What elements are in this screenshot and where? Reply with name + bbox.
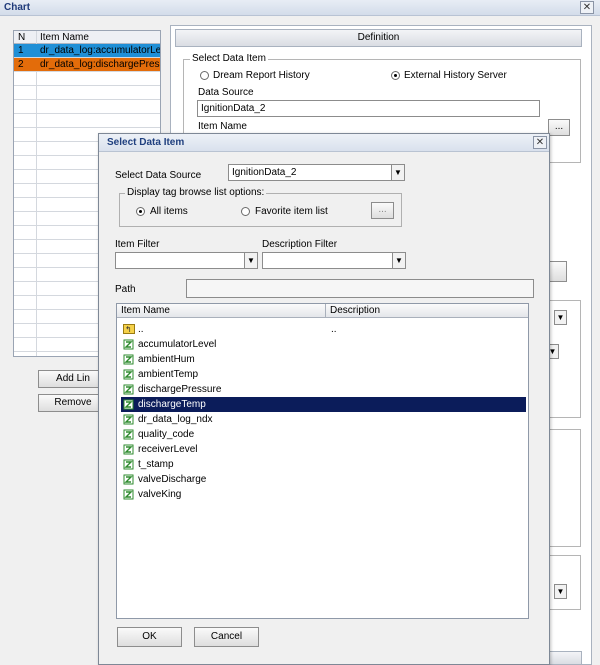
tag-icon [123,444,134,455]
cancel-button[interactable]: Cancel [194,627,259,647]
list-item[interactable]: accumulatorLevel [121,337,526,352]
list-item-name: ambientTemp [138,369,199,380]
grid-col-item-name: Item Name [40,32,89,43]
data-source-select-value: IgnitionData_2 [232,167,297,178]
description-filter-label: Description Filter [262,239,338,250]
radio-favorite-label: Favorite item list [255,206,328,217]
list-item-name: ambientHum [138,354,195,365]
grid-col-n: N [18,32,26,43]
grid-row-n: 2 [18,59,24,70]
grid-row-item: dr_data_log:dischargePress [40,59,160,70]
list-item[interactable]: dischargePressure [121,382,526,397]
list-item[interactable]: valveDischarge [121,472,526,487]
select-data-item-dialog: Select Data Item ✕ Select Data Source Ig… [98,133,550,665]
radio-circle-selected[interactable] [136,207,145,216]
item-filter-select[interactable]: ▼ [115,252,258,269]
chevron-down-icon[interactable]: ▼ [554,310,567,325]
list-item[interactable]: ambientHum [121,352,526,367]
data-source-label: Data Source [198,87,254,98]
window-close-button[interactable]: ✕ [580,1,594,14]
list-item-name: valveDischarge [138,474,207,485]
list-item-name: dischargeTemp [138,399,206,410]
tag-icon [123,354,134,365]
list-item-name: dr_data_log_ndx [138,414,213,425]
chevron-down-icon[interactable]: ▼ [392,253,405,268]
list-item-description: .. [331,324,337,335]
tag-icon [123,429,134,440]
item-browse-button[interactable]: ... [548,119,570,136]
tag-icon [123,489,134,500]
definition-header: Definition [175,29,582,47]
grid-row[interactable] [14,72,160,86]
list-item-name: t_stamp [138,459,174,470]
path-label: Path [115,284,136,295]
tag-icon [123,459,134,470]
list-item-name: valveKing [138,489,182,500]
tag-icon [123,399,134,410]
list-item-parent[interactable]: .. .. [121,322,526,337]
list-item-name: receiverLevel [138,444,198,455]
chevron-down-icon[interactable]: ▼ [244,253,257,268]
list-item[interactable]: receiverLevel [121,442,526,457]
list-item-name: quality_code [138,429,195,440]
select-source-label: Select Data Source [115,170,202,181]
tag-icon [123,339,134,350]
favorite-browse-button[interactable]: ... [371,202,394,219]
chevron-down-icon[interactable]: ▼ [391,165,404,180]
left-edge-marks [0,32,4,62]
list-item-name: dischargePressure [138,384,222,395]
grid-row[interactable] [14,100,160,114]
radio-circle[interactable] [241,207,250,216]
grid-row[interactable] [14,114,160,128]
list-col-item-name[interactable]: Item Name [117,304,326,318]
item-list[interactable]: Item Name Description .. .. accumulatorL… [116,303,529,619]
grid-row-n: 1 [18,45,24,56]
data-source-select[interactable]: IgnitionData_2 ▼ [228,164,405,181]
list-item[interactable]: valveKing [121,487,526,502]
ok-button[interactable]: OK [117,627,182,647]
dialog-titlebar: Select Data Item ✕ [99,134,549,152]
panel-side-button[interactable] [549,261,567,282]
data-source-field[interactable]: IgnitionData_2 [197,100,540,117]
path-field[interactable] [186,279,534,298]
grid-row[interactable] [14,86,160,100]
dialog-close-button[interactable]: ✕ [533,136,547,149]
dialog-title: Select Data Item [107,137,185,148]
tag-icon [123,369,134,380]
radio-external-label: External History Server [404,70,507,81]
radio-circle[interactable] [200,71,209,80]
radio-favorite-items[interactable]: Favorite item list [241,206,328,219]
grid-row-item: dr_data_log:accumulatorLe [40,45,160,56]
radio-dream-label: Dream Report History [213,70,310,81]
list-item[interactable]: quality_code [121,427,526,442]
description-filter-select[interactable]: ▼ [262,252,406,269]
list-item[interactable]: ambientTemp [121,367,526,382]
radio-circle-selected[interactable] [391,71,400,80]
radio-all-items[interactable]: All items [136,206,188,219]
radio-all-items-label: All items [150,206,188,217]
list-item[interactable]: t_stamp [121,457,526,472]
tag-icon [123,474,134,485]
radio-external-history[interactable]: External History Server [391,70,507,83]
list-item-name: .. [138,324,144,335]
list-col-description[interactable]: Description [326,304,528,318]
select-data-item-legend: Select Data Item [190,53,268,64]
window-titlebar: Chart ✕ [0,0,600,16]
list-item-name: accumulatorLevel [138,339,217,350]
item-filter-label: Item Filter [115,239,160,250]
window-title: Chart [4,2,31,13]
grid-row[interactable]: 2 dr_data_log:dischargePress [14,58,160,72]
grid-row[interactable]: 1 dr_data_log:accumulatorLe [14,44,160,58]
list-item-selected[interactable]: dischargeTemp [121,397,526,412]
radio-dream-report[interactable]: Dream Report History [200,70,310,83]
item-name-label: Item Name [198,121,247,132]
chevron-down-icon[interactable]: ▼ [554,584,567,599]
folder-up-icon [123,322,135,337]
tag-icon [123,414,134,425]
list-item[interactable]: dr_data_log_ndx [121,412,526,427]
tag-icon [123,384,134,395]
display-options-legend: Display tag browse list options: [125,187,267,198]
